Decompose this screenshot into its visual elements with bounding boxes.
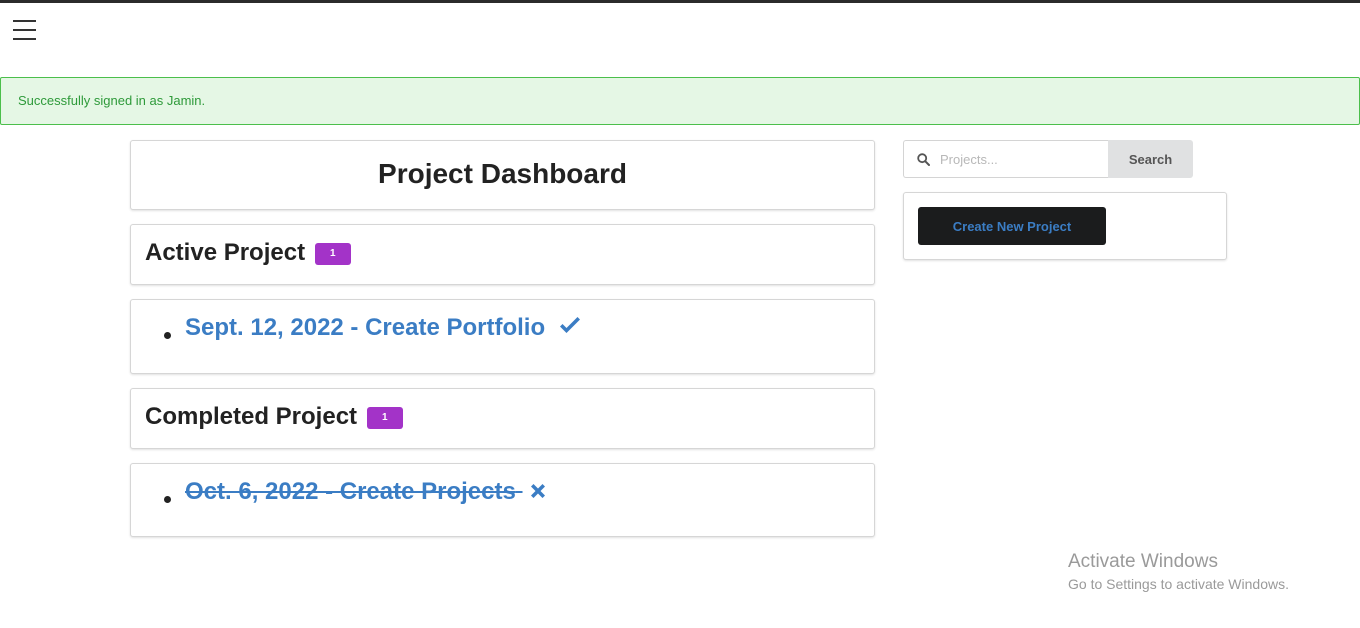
active-project-link[interactable]: Sept. 12, 2022 - Create Portfolio: [185, 314, 582, 343]
search-bar: Search: [903, 140, 1193, 178]
search-input[interactable]: [940, 141, 1106, 177]
list-bullet: [164, 496, 171, 503]
search-icon: [917, 153, 930, 171]
active-project-heading-text: Active Project: [145, 239, 306, 266]
search-button[interactable]: Search: [1108, 140, 1193, 178]
page-title: Project Dashboard: [378, 158, 627, 189]
completed-project-label: Oct. 6, 2022 - Create Projects: [185, 478, 516, 505]
completed-project-link[interactable]: Oct. 6, 2022 - Create Projects: [185, 478, 547, 507]
watermark-title: Activate Windows: [1068, 551, 1218, 572]
check-icon[interactable]: [558, 315, 582, 343]
x-icon[interactable]: [529, 479, 547, 507]
completed-count-badge: 1: [366, 406, 403, 429]
completed-project-heading-text: Completed Project: [145, 403, 358, 430]
dashboard-title-card: Project Dashboard: [130, 140, 875, 210]
create-new-project-button[interactable]: Create New Project: [918, 207, 1106, 245]
watermark-subtitle: Go to Settings to activate Windows.: [1068, 576, 1289, 592]
list-bullet: [164, 332, 171, 339]
active-project-list: Sept. 12, 2022 - Create Portfolio: [130, 299, 875, 374]
flash-message-text: Successfully signed in as Jamin.: [18, 93, 206, 108]
search-input-box: [903, 140, 1109, 178]
windows-activation-watermark: Activate Windows Go to Settings to activ…: [1068, 551, 1289, 594]
active-project-heading: Active Project 1: [145, 239, 351, 267]
hamburger-menu-icon[interactable]: [13, 17, 37, 43]
sidebar-card: Create New Project: [903, 192, 1227, 260]
completed-project-list: Oct. 6, 2022 - Create Projects: [130, 463, 875, 537]
top-border: [0, 0, 1360, 3]
active-project-header: Active Project 1: [130, 224, 875, 285]
active-count-badge: 1: [314, 242, 351, 265]
active-project-label: Sept. 12, 2022 - Create Portfolio: [185, 314, 546, 341]
completed-project-header: Completed Project 1: [130, 388, 875, 449]
completed-project-heading: Completed Project 1: [145, 403, 403, 431]
flash-message: Successfully signed in as Jamin.: [0, 77, 1360, 125]
